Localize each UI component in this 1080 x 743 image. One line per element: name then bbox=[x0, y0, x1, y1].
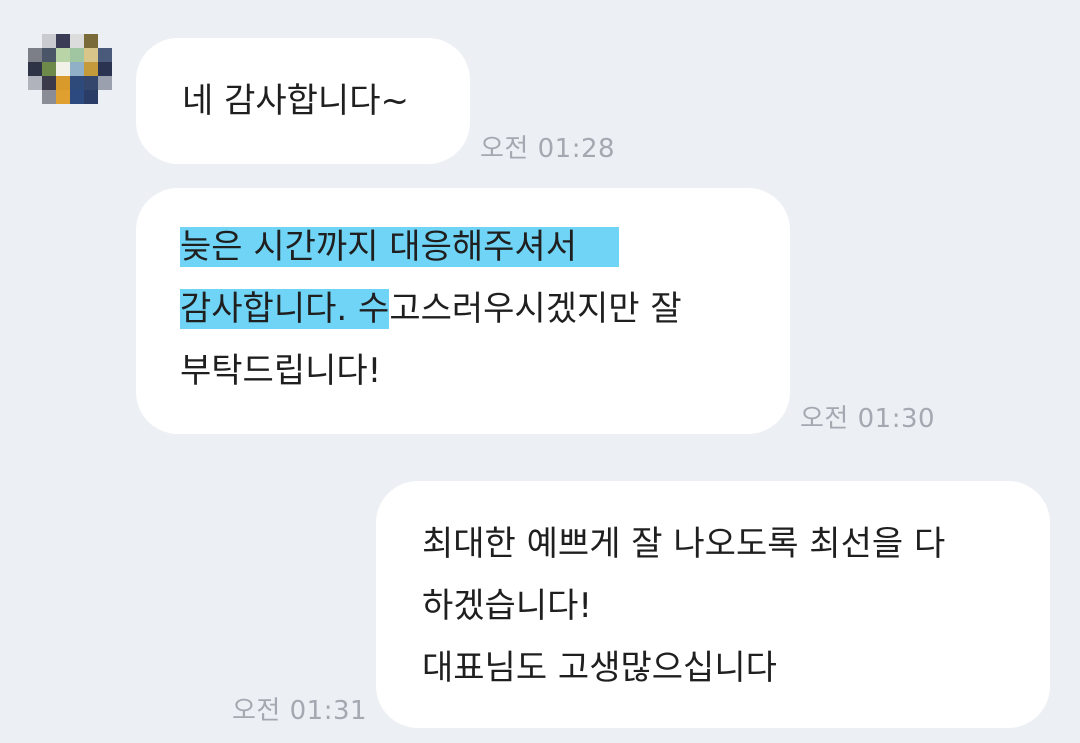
highlighted-text: 감사합니다. bbox=[180, 289, 348, 329]
message-line: 감사합니다. 수고스러우시겠지만 잘 bbox=[180, 278, 790, 340]
message-text: 네 감사합니다~ bbox=[182, 81, 409, 121]
message-bubble-outgoing-1[interactable]: 최대한 예쁘게 잘 나오도록 최선을 다 하겠습니다! 대표님도 고생많으십니다 bbox=[376, 481, 1050, 728]
message-text: 고스러우시겠지만 잘 bbox=[389, 289, 682, 329]
message-timestamp: 오전 01:30 bbox=[800, 404, 936, 434]
message-bubble-incoming-1[interactable]: 네 감사합니다~ bbox=[136, 38, 470, 164]
message-line: 하겠습니다! bbox=[422, 586, 593, 626]
highlighted-text bbox=[347, 289, 359, 329]
highlighted-text: 수 bbox=[358, 289, 390, 329]
message-line: 최대한 예쁘게 잘 나오도록 최선을 다 bbox=[422, 524, 946, 564]
pixelated-avatar-icon[interactable] bbox=[28, 34, 114, 120]
highlighted-text: 늦은 시간까지 대응해주셔서 bbox=[180, 227, 619, 267]
message-line: 대표님도 고생많으십니다 bbox=[422, 648, 777, 688]
message-line: 늦은 시간까지 대응해주셔서 bbox=[180, 216, 790, 278]
message-timestamp: 오전 01:31 bbox=[232, 696, 368, 726]
message-bubble-incoming-2[interactable]: 늦은 시간까지 대응해주셔서 감사합니다. 수고스러우시겠지만 잘 부탁드립니다… bbox=[136, 188, 790, 434]
message-timestamp: 오전 01:28 bbox=[480, 134, 616, 164]
message-text: 부탁드립니다! bbox=[180, 351, 382, 391]
